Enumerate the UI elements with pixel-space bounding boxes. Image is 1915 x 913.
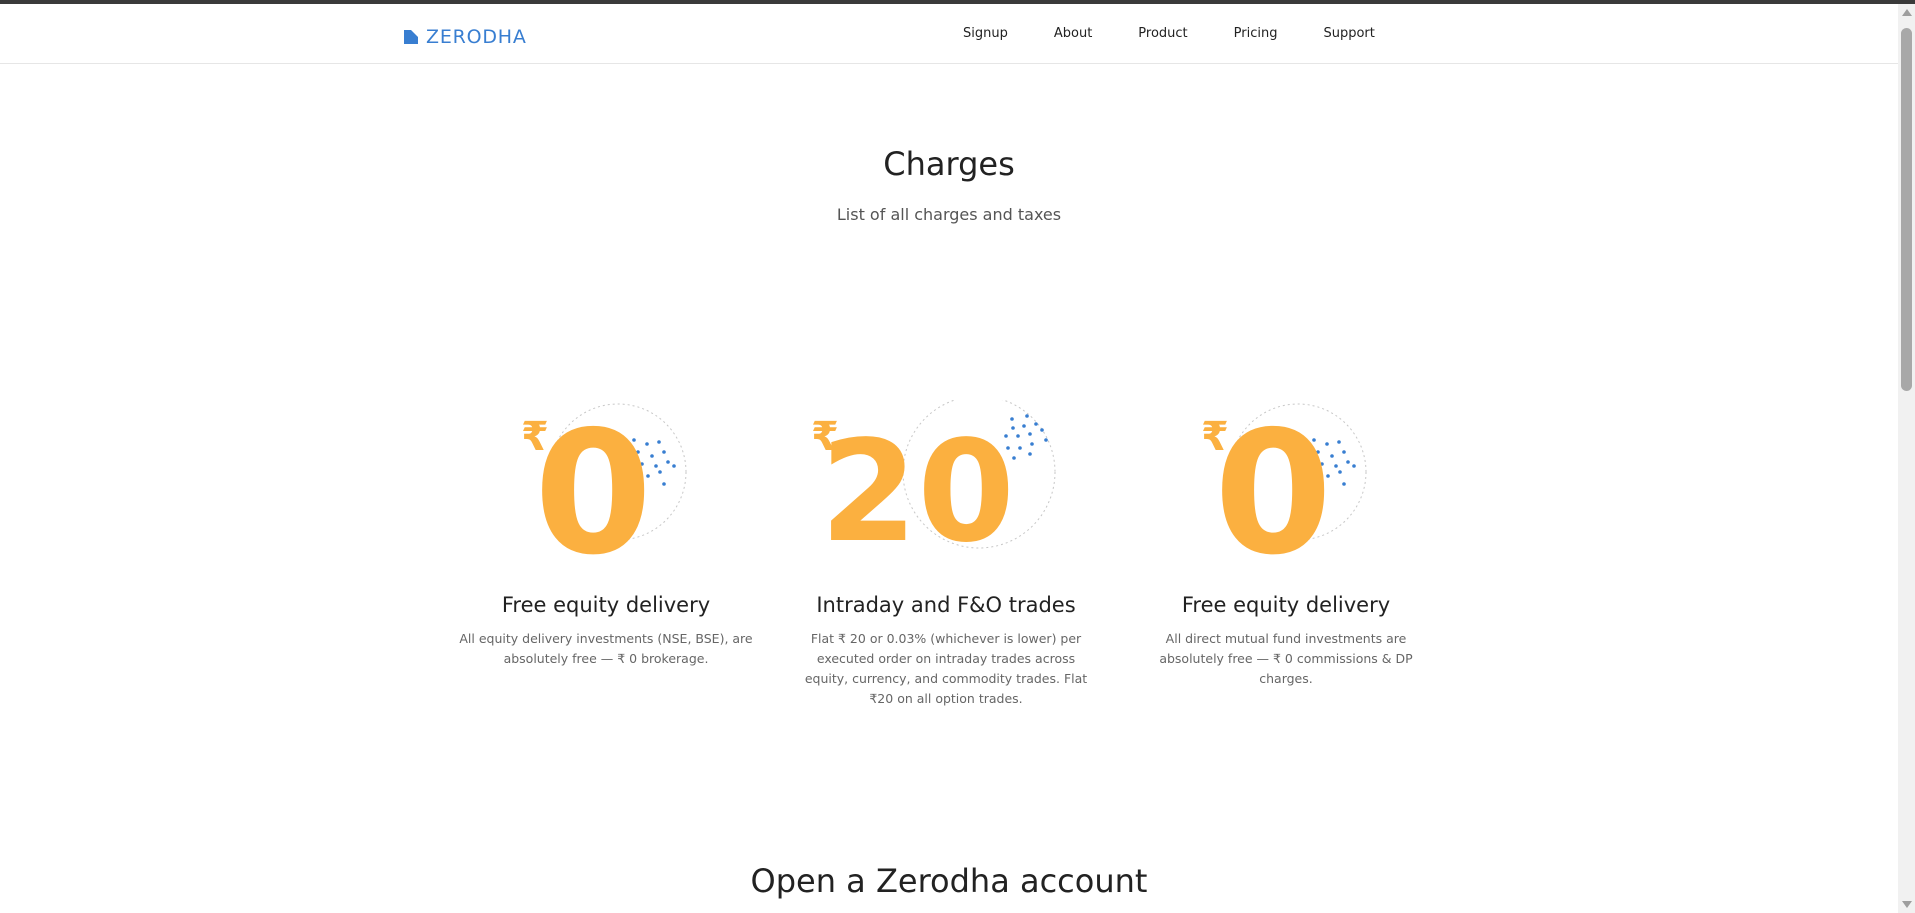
open-account-heading: Open a Zerodha account (750, 862, 1148, 900)
logo-text: ZERODHA (426, 26, 527, 48)
nav-about[interactable]: About (1054, 26, 1092, 41)
card-title: Free equity delivery (1181, 593, 1391, 617)
pricing-card-equity-delivery: ₹ 0 Free equity delivery All equity deli… (456, 400, 756, 666)
card-description: All equity delivery investments (NSE, BS… (459, 631, 753, 666)
card-title: Intraday and F&O trades (816, 593, 1076, 617)
nav-product[interactable]: Product (1138, 26, 1187, 41)
page-title: Charges (883, 145, 1015, 183)
vertical-scrollbar[interactable] (1898, 4, 1915, 913)
amount-figure: 0 (1214, 400, 1332, 560)
amount-figure: 0 (534, 400, 652, 560)
chevron-down-icon[interactable] (1902, 901, 1912, 908)
page-subtitle: List of all charges and taxes (836, 205, 1062, 224)
card-description: Flat ₹ 20 or 0.03% (whichever is lower) … (804, 631, 1088, 706)
twenty-rupee-illustration: ₹ 20 (811, 400, 1056, 560)
zerodha-logo-icon (404, 30, 418, 44)
scrollbar-thumb[interactable] (1901, 28, 1912, 391)
amount-figure: 20 (820, 411, 1015, 560)
site-header: ZERODHA Signup About Product Pricing Sup… (0, 4, 1898, 64)
nav-signup[interactable]: Signup (963, 26, 1008, 41)
pricing-card-mutual-funds: ₹ 0 Free equity delivery All direct mutu… (1136, 400, 1436, 686)
zero-rupee-illustration: ₹ 0 (1201, 400, 1367, 560)
chevron-up-icon[interactable] (1902, 9, 1912, 16)
nav-pricing[interactable]: Pricing (1234, 26, 1278, 41)
nav-support[interactable]: Support (1323, 26, 1374, 41)
main-nav: Signup About Product Pricing Support (963, 26, 1375, 41)
zero-rupee-illustration: ₹ 0 (521, 400, 687, 560)
card-title: Free equity delivery (501, 593, 711, 617)
card-description: All direct mutual fund investments are a… (1159, 631, 1413, 686)
pricing-card-intraday-fno: ₹ 20 Intraday and F&O trades Flat ₹ 20 o… (796, 400, 1096, 706)
logo[interactable]: ZERODHA (404, 26, 527, 48)
